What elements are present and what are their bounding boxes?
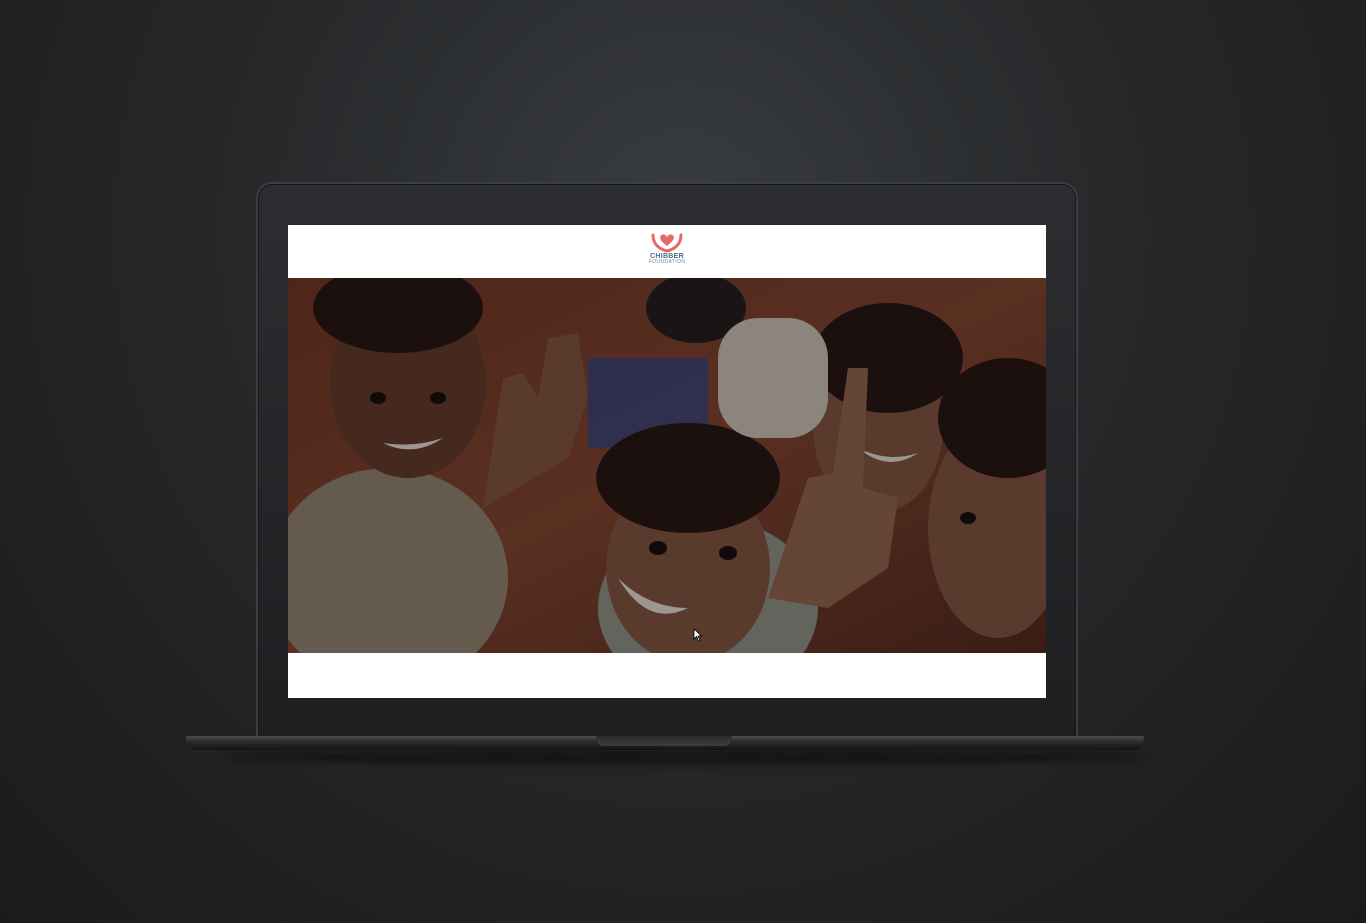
browser-viewport: CHIBBER FOUNDATION [288, 225, 1046, 698]
site-logo[interactable]: CHIBBER FOUNDATION [644, 231, 690, 273]
site-header: CHIBBER FOUNDATION [288, 225, 1046, 278]
heart-hands-icon [651, 233, 683, 253]
hero-dark-overlay [288, 278, 1046, 653]
hero-image [288, 278, 1046, 653]
mouse-pointer-icon [693, 628, 703, 642]
content-area [288, 653, 1046, 698]
logo-subtitle: FOUNDATION [648, 259, 686, 265]
laptop-hinge-notch [596, 736, 732, 746]
laptop-shadow [220, 750, 1150, 764]
